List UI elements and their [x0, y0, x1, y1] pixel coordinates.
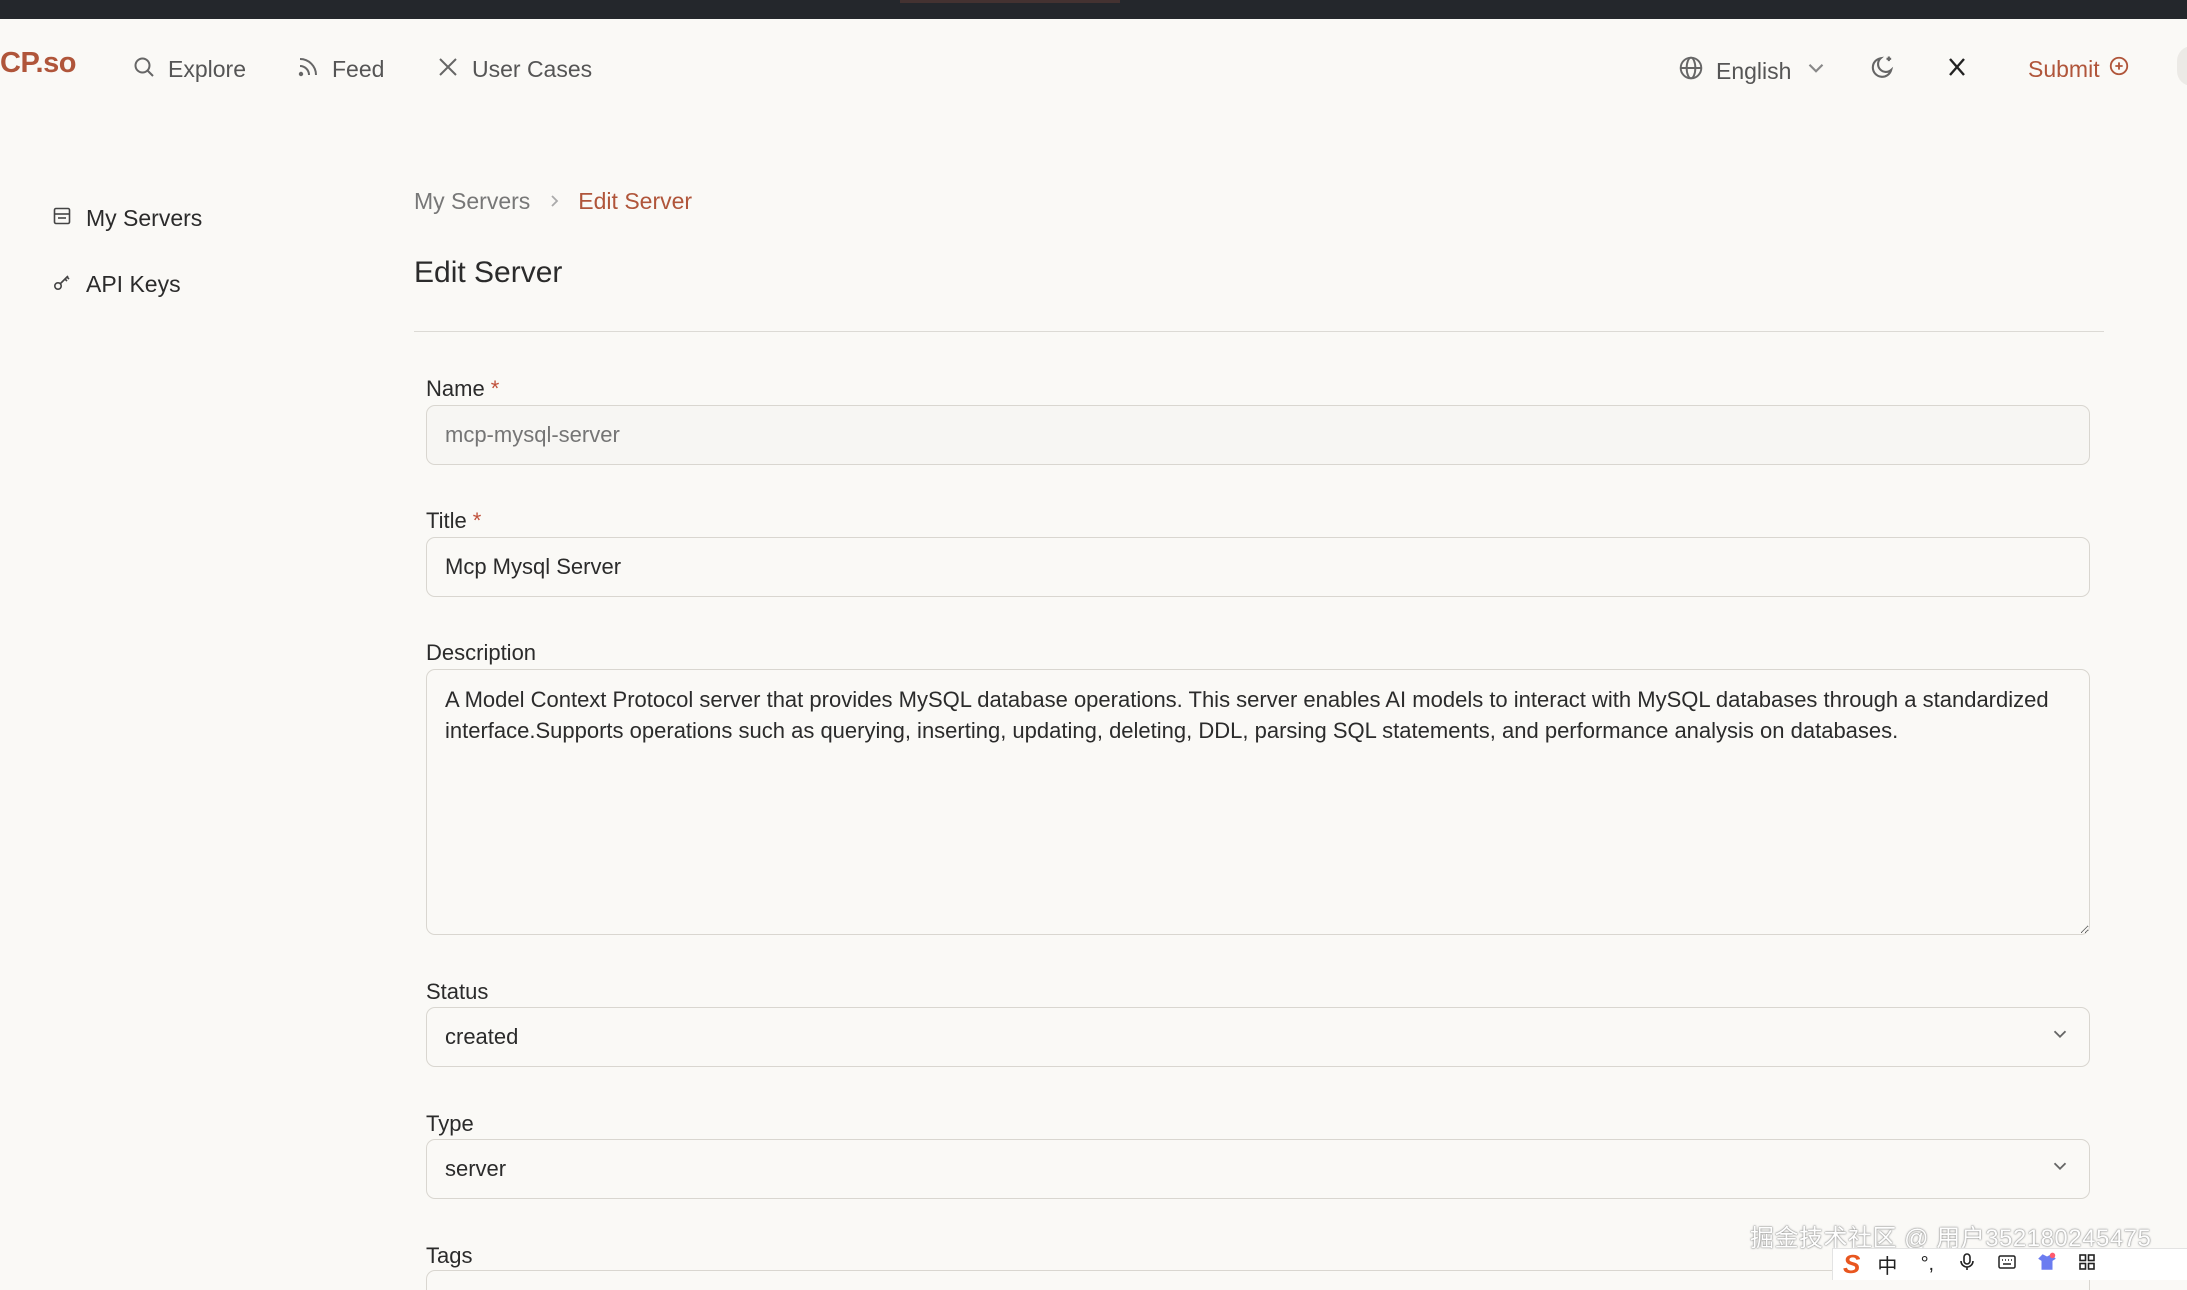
browser-top-strip — [0, 0, 2187, 19]
tags-label: Tags — [426, 1243, 473, 1268]
submit-label: Submit — [2028, 55, 2100, 82]
breadcrumb-parent[interactable]: My Servers — [414, 188, 530, 215]
ime-punctuation[interactable]: °, — [1914, 1253, 1940, 1276]
language-label: English — [1716, 57, 1792, 84]
title-label-text: Title — [426, 508, 467, 533]
x-logo-icon — [436, 55, 460, 83]
description-textarea[interactable]: A Model Context Protocol server that pro… — [426, 669, 2090, 935]
globe-icon — [1678, 55, 1704, 87]
site-header: CP.so Explore Feed User Cases English Su… — [0, 19, 2187, 115]
ime-toolbar: S 中 °, — [1832, 1248, 2187, 1280]
sidebar-item-api-keys[interactable]: API Keys — [52, 271, 181, 298]
server-list-icon — [52, 205, 72, 232]
moon-icon — [1869, 53, 1897, 86]
ime-chinese-mode[interactable]: 中 — [1874, 1250, 1900, 1279]
required-mark: * — [490, 376, 500, 401]
type-select[interactable]: server — [426, 1139, 2090, 1199]
shirt-icon[interactable] — [2034, 1251, 2060, 1279]
title-divider — [414, 331, 2104, 332]
submit-button[interactable]: Submit — [2028, 55, 2130, 83]
breadcrumb: My Servers Edit Server — [414, 188, 692, 215]
key-icon — [52, 271, 72, 298]
site-logo[interactable]: CP.so — [0, 49, 76, 78]
page-title: Edit Server — [414, 256, 563, 289]
type-value: server — [445, 1156, 507, 1181]
keyboard-icon[interactable] — [1994, 1252, 2020, 1278]
chevron-down-icon — [2049, 1023, 2071, 1051]
nav-user-cases-label: User Cases — [472, 55, 593, 82]
top-strip-glow — [900, 0, 1120, 3]
title-input[interactable] — [426, 537, 2090, 597]
nav-user-cases[interactable]: User Cases — [436, 55, 592, 83]
nav-explore[interactable]: Explore — [132, 55, 246, 83]
status-select[interactable]: created — [426, 1007, 2090, 1067]
search-icon — [132, 55, 156, 83]
status-value: created — [445, 1024, 519, 1049]
avatar[interactable] — [2177, 46, 2187, 86]
sidebar-item-my-servers[interactable]: My Servers — [52, 205, 202, 232]
name-input[interactable] — [426, 405, 2090, 465]
name-label-text: Name — [426, 376, 485, 401]
language-selector[interactable]: English — [1678, 55, 1829, 87]
name-label: Name * — [426, 376, 499, 402]
sidebar-item-label: API Keys — [86, 271, 181, 297]
chevron-down-icon — [2049, 1155, 2071, 1183]
theme-toggle-button[interactable] — [1868, 54, 1898, 84]
type-label: Type — [426, 1111, 474, 1136]
description-label: Description — [426, 640, 537, 665]
sidebar-item-label: My Servers — [86, 205, 203, 231]
status-label: Status — [426, 979, 489, 1004]
nav-feed[interactable]: Feed — [296, 55, 384, 83]
breadcrumb-current: Edit Server — [578, 188, 693, 214]
title-label: Title * — [426, 508, 481, 534]
chevron-right-icon — [546, 188, 562, 215]
nav-explore-label: Explore — [168, 55, 246, 82]
mic-icon[interactable] — [1954, 1252, 1980, 1278]
x-social-button[interactable] — [1942, 54, 1972, 84]
plus-circle-icon — [2108, 55, 2130, 83]
nav-feed-label: Feed — [332, 55, 385, 82]
rss-icon — [296, 55, 320, 83]
grid-icon[interactable] — [2074, 1252, 2100, 1278]
required-mark: * — [472, 508, 482, 533]
chevron-down-icon — [1803, 55, 1829, 87]
ime-logo[interactable]: S — [1843, 1249, 1860, 1280]
x-social-icon — [1945, 55, 1969, 84]
